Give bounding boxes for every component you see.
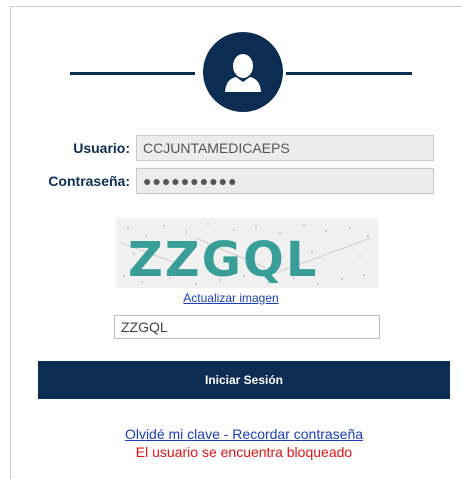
error-message: El usuario se encuentra bloqueado [135,444,353,460]
header-divider-right [286,72,412,75]
captcha-text: ZZGQL [128,232,318,288]
captcha-input[interactable]: ZZGQL [114,315,380,339]
user-avatar-icon [203,32,283,112]
captcha-image: ZZGQL [116,218,378,288]
header-divider-left [70,72,195,75]
username-field[interactable]: CCJUNTAMEDICAEPS [136,135,434,161]
forgot-password-link[interactable]: Olvidé mi clave - Recordar contraseña [0,426,462,442]
username-label: Usuario: [73,140,130,156]
password-field[interactable]: ●●●●●●●●●● [136,168,434,194]
password-label: Contraseña: [48,173,130,189]
login-button[interactable]: Iniciar Sesión [38,361,450,399]
refresh-captcha-link[interactable]: Actualizar imagen [0,291,462,305]
